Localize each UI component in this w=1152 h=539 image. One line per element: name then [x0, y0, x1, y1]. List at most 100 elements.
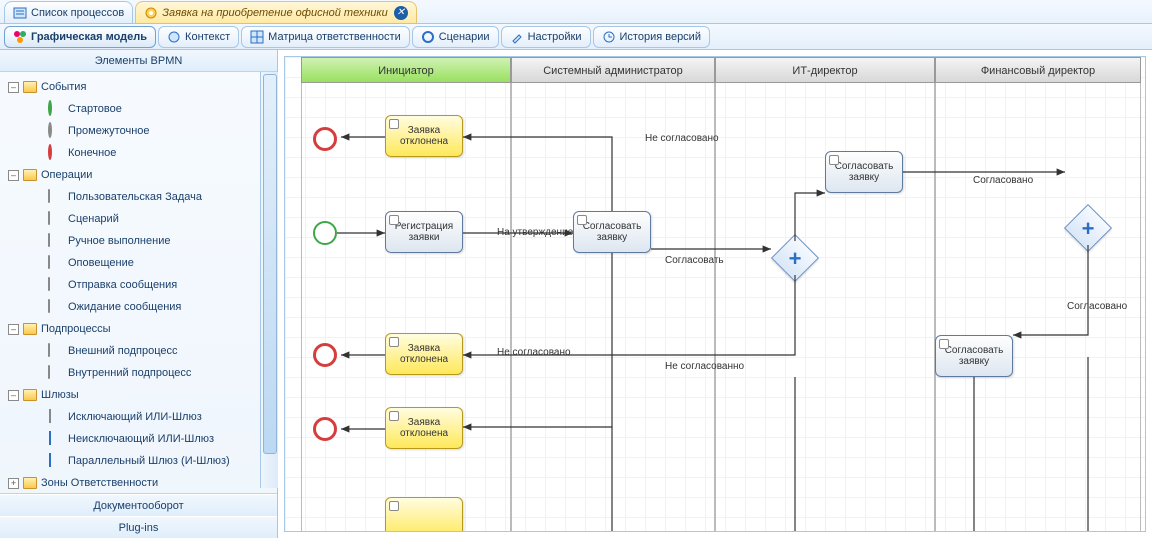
palette-send-message[interactable]: Отправка сообщения — [2, 274, 275, 296]
collapse-icon[interactable]: – — [8, 170, 19, 181]
palette-notification[interactable]: Оповещение — [2, 252, 275, 274]
task-approve-sys[interactable]: Согласовать заявку — [573, 211, 651, 253]
palette-end-event[interactable]: Конечное — [2, 142, 275, 164]
tree-group-swimlanes[interactable]: + Зоны Ответственности — [2, 472, 275, 493]
tree-label: Оповещение — [68, 257, 134, 269]
tree-label: Ручное выполнение — [68, 235, 170, 247]
flow-label: На утверждение — [497, 227, 573, 238]
collapse-icon[interactable]: – — [8, 324, 19, 335]
palette-external-subprocess[interactable]: Внешний подпроцесс — [2, 340, 275, 362]
tree-label: Исключающий ИЛИ-Шлюз — [68, 411, 202, 423]
folder-icon — [23, 477, 37, 489]
lane-col — [511, 83, 715, 531]
task-label: Заявка отклонена — [388, 125, 460, 147]
palette-intermediate-event[interactable]: Промежуточное — [2, 120, 275, 142]
tree-label: События — [41, 81, 86, 93]
sidebar-panel-documents[interactable]: Документооборот — [0, 494, 277, 516]
tree-group-events[interactable]: – События — [2, 76, 275, 98]
script-icon — [389, 337, 399, 347]
tab-context[interactable]: Контекст — [158, 26, 239, 48]
close-icon[interactable]: ✕ — [394, 6, 408, 20]
history-icon — [602, 30, 616, 44]
palette-manual-task[interactable]: Ручное выполнение — [2, 230, 275, 252]
script-icon — [389, 501, 399, 511]
gear-icon — [421, 30, 435, 44]
flow-label: Согласовано — [973, 175, 1033, 186]
palette-internal-subprocess[interactable]: Внутренний подпроцесс — [2, 362, 275, 384]
tab-scenarios[interactable]: Сценарии — [412, 26, 499, 48]
task-rejected-3[interactable]: Заявка отклонена — [385, 407, 463, 449]
task-rejected-4[interactable] — [385, 497, 463, 532]
lane-header-fin-director[interactable]: Финансовый директор — [935, 57, 1141, 83]
sidebar-title: Элементы BPMN — [0, 50, 277, 72]
task-label: Согласовать заявку — [576, 221, 648, 243]
wrench-icon — [510, 30, 524, 44]
bpmn-palette-tree: – События Стартовое Промежуточное Конечн… — [0, 72, 277, 493]
sidebar-scrollbar[interactable] — [260, 72, 278, 488]
tab-graphic-model[interactable]: Графическая модель — [4, 26, 156, 48]
tab-label: Заявка на приобретение офисной техники — [162, 7, 387, 19]
tree-label: Внешний подпроцесс — [68, 345, 178, 357]
folder-icon — [23, 81, 37, 93]
end-event-2[interactable] — [313, 343, 337, 367]
view-tabs: Графическая модель Контекст Матрица отве… — [0, 24, 1152, 50]
palette-exclusive-gateway[interactable]: Исключающий ИЛИ-Шлюз — [2, 406, 275, 428]
tree-label: Отправка сообщения — [68, 279, 177, 291]
end-event-3[interactable] — [313, 417, 337, 441]
lane-header-it-director[interactable]: ИТ-директор — [715, 57, 935, 83]
expand-icon[interactable]: + — [8, 478, 19, 489]
tree-label: Стартовое — [68, 103, 122, 115]
palette-receive-message[interactable]: Ожидание сообщения — [2, 296, 275, 318]
tab-label: Список процессов — [31, 7, 124, 19]
sidebar-footer: Документооборот Plug-ins — [0, 493, 277, 538]
model-icon — [13, 30, 27, 44]
context-icon — [167, 30, 181, 44]
task-rejected-1[interactable]: Заявка отклонена — [385, 115, 463, 157]
flow-label: Согласовано — [1067, 301, 1127, 312]
tree-group-operations[interactable]: – Операции — [2, 164, 275, 186]
task-approve-fin[interactable]: Согласовать заявку — [935, 335, 1013, 377]
palette-user-task[interactable]: Пользовательская Задача — [2, 186, 275, 208]
collapse-icon[interactable]: – — [8, 390, 19, 401]
subtab-label: Настройки — [528, 31, 582, 43]
tab-settings[interactable]: Настройки — [501, 26, 591, 48]
palette-start-event[interactable]: Стартовое — [2, 98, 275, 120]
flow-label: Не согласовано — [645, 133, 719, 144]
tree-label: Зоны Ответственности — [41, 477, 158, 489]
task-label: Согласовать заявку — [828, 161, 900, 183]
tab-version-history[interactable]: История версий — [593, 26, 710, 48]
end-event-1[interactable] — [313, 127, 337, 151]
sidebar-panel-plugins[interactable]: Plug-ins — [0, 516, 277, 538]
tab-process-list[interactable]: Список процессов — [4, 1, 133, 23]
user-icon — [829, 155, 839, 165]
user-icon — [939, 339, 949, 349]
tree-label: Конечное — [68, 147, 116, 159]
collapse-icon[interactable]: – — [8, 82, 19, 93]
tab-request[interactable]: Заявка на приобретение офисной техники ✕ — [135, 1, 416, 23]
diagram-canvas[interactable]: Инициатор Системный администратор ИТ-дир… — [284, 56, 1146, 532]
tree-group-subprocesses[interactable]: – Подпроцессы — [2, 318, 275, 340]
task-rejected-2[interactable]: Заявка отклонена — [385, 333, 463, 375]
palette-script-task[interactable]: Сценарий — [2, 208, 275, 230]
flow-label: Согласовать — [665, 255, 724, 266]
user-icon — [577, 215, 587, 225]
task-register[interactable]: Регистрация заявки — [385, 211, 463, 253]
palette-parallel-gateway[interactable]: Параллельный Шлюз (И-Шлюз) — [2, 450, 275, 472]
scroll-thumb[interactable] — [263, 74, 277, 454]
task-approve-it[interactable]: Согласовать заявку — [825, 151, 903, 193]
flow-label: Не согласованно — [665, 361, 744, 372]
tree-label: Подпроцессы — [41, 323, 111, 335]
task-label: Заявка отклонена — [388, 343, 460, 365]
tree-label: Внутренний подпроцесс — [68, 367, 191, 379]
tree-label: Сценарий — [68, 213, 119, 225]
palette-inclusive-gateway[interactable]: Неисключающий ИЛИ-Шлюз — [2, 428, 275, 450]
lane-header-sysadmin[interactable]: Системный администратор — [511, 57, 715, 83]
script-icon — [389, 119, 399, 129]
task-label: Согласовать заявку — [938, 345, 1010, 367]
tree-group-gateways[interactable]: – Шлюзы — [2, 384, 275, 406]
folder-icon — [23, 389, 37, 401]
tab-responsibility[interactable]: Матрица ответственности — [241, 26, 410, 48]
start-event[interactable] — [313, 221, 337, 245]
tree-label: Пользовательская Задача — [68, 191, 202, 203]
lane-header-initiator[interactable]: Инициатор — [301, 57, 511, 83]
